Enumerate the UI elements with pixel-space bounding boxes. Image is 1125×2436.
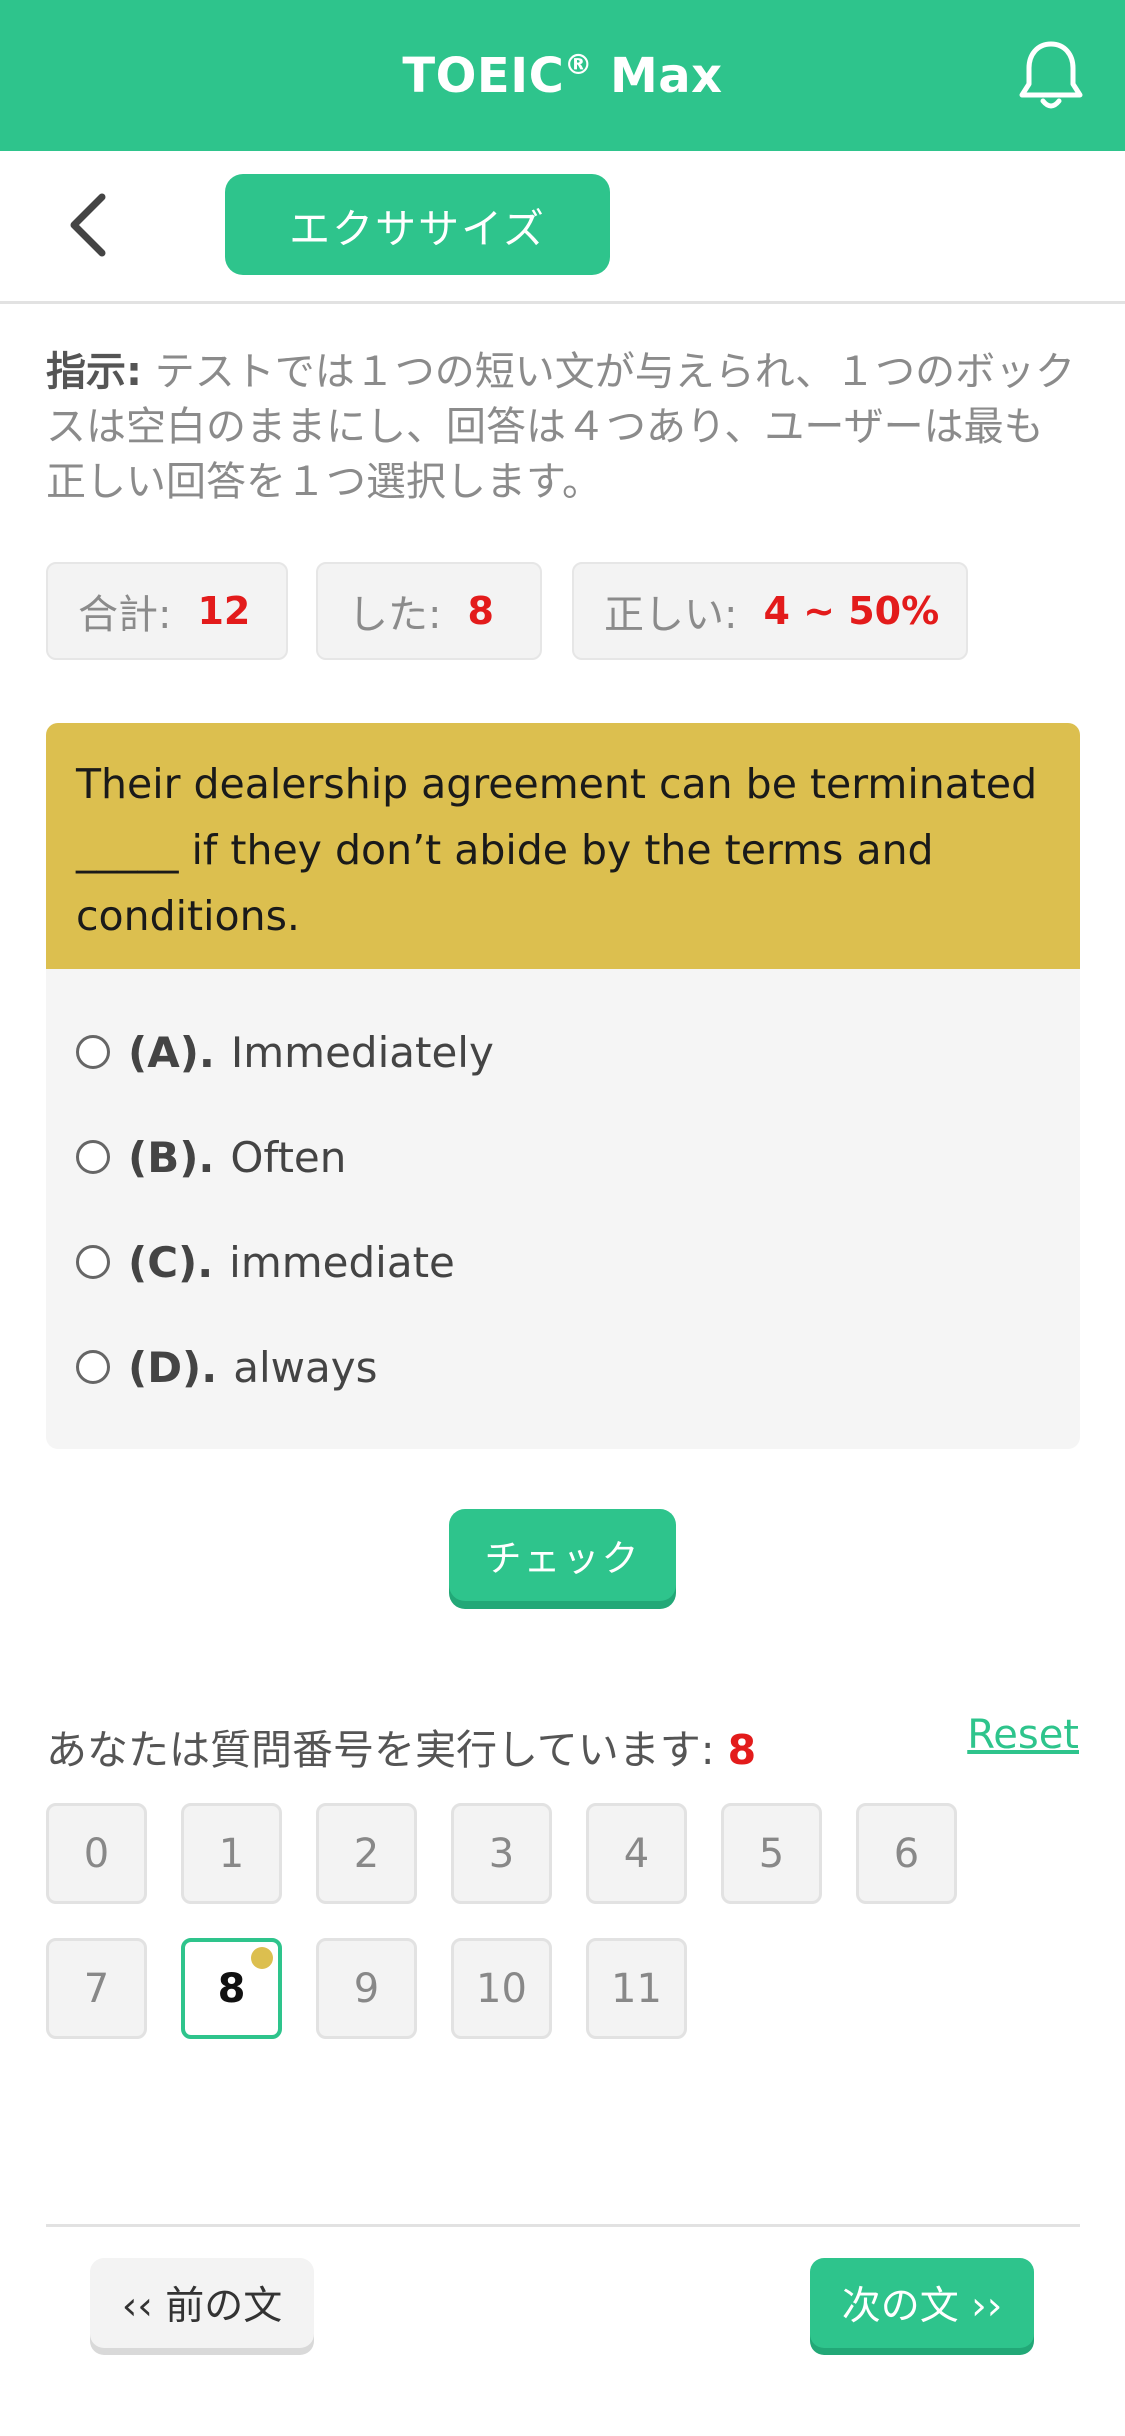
exercise-tab-button[interactable]: エクササイズ bbox=[225, 174, 610, 275]
instructions: 指示: テストでは１つの短い文が与えられ、１つのボックスは空白のままにし、回答は… bbox=[46, 345, 1076, 510]
previous-sentence-button[interactable]: ‹‹ 前の文 bbox=[90, 2258, 314, 2348]
question-button-9[interactable]: 9 bbox=[316, 1938, 417, 2039]
divider bbox=[46, 2224, 1080, 2227]
option-c[interactable]: (C). immediate bbox=[76, 1227, 455, 1297]
check-button[interactable]: チェック bbox=[449, 1509, 676, 1601]
question-button-3[interactable]: 3 bbox=[451, 1803, 552, 1904]
app-title: TOEIC® Max bbox=[402, 47, 723, 104]
option-a[interactable]: (A). Immediately bbox=[76, 1017, 494, 1087]
option-d[interactable]: (D). always bbox=[76, 1332, 377, 1402]
question-button-2[interactable]: 2 bbox=[316, 1803, 417, 1904]
next-sentence-button[interactable]: 次の文 ›› bbox=[810, 2258, 1034, 2348]
radio-button[interactable] bbox=[76, 1350, 110, 1384]
question-button-10[interactable]: 10 bbox=[451, 1938, 552, 2039]
question-button-0[interactable]: 0 bbox=[46, 1803, 147, 1904]
back-arrow-icon[interactable] bbox=[62, 191, 114, 259]
stat-total: 合計: 12 bbox=[46, 562, 288, 660]
question-button-11[interactable]: 11 bbox=[586, 1938, 687, 2039]
current-indicator-dot bbox=[251, 1947, 273, 1969]
radio-button[interactable] bbox=[76, 1140, 110, 1174]
stat-correct: 正しい: 4 ~ 50% bbox=[572, 562, 968, 660]
instructions-label: 指示: bbox=[46, 349, 142, 395]
question-text: Their dealership agreement can be termin… bbox=[46, 723, 1080, 969]
question-button-8-current[interactable]: 8 bbox=[181, 1938, 282, 2039]
current-question-number: 8 bbox=[727, 1726, 757, 1774]
question-card: Their dealership agreement can be termin… bbox=[46, 723, 1080, 1449]
question-button-1[interactable]: 1 bbox=[181, 1803, 282, 1904]
progress-label: あなたは質問番号を実行しています: 8 bbox=[46, 1726, 757, 1774]
registered-mark: ® bbox=[564, 47, 593, 81]
stat-done: した: 8 bbox=[316, 562, 542, 660]
sub-toolbar: エクササイズ bbox=[0, 151, 1125, 304]
radio-button[interactable] bbox=[76, 1035, 110, 1069]
reset-link[interactable]: Reset bbox=[967, 1712, 1079, 1758]
radio-button[interactable] bbox=[76, 1245, 110, 1279]
question-button-6[interactable]: 6 bbox=[856, 1803, 957, 1904]
option-b[interactable]: (B). Often bbox=[76, 1122, 346, 1192]
question-button-5[interactable]: 5 bbox=[721, 1803, 822, 1904]
app-header: TOEIC® Max bbox=[0, 0, 1125, 151]
instructions-text: テストでは１つの短い文が与えられ、１つのボックスは空白のままにし、回答は４つあり… bbox=[46, 349, 1076, 505]
question-button-7[interactable]: 7 bbox=[46, 1938, 147, 2039]
bell-icon[interactable] bbox=[1015, 38, 1087, 114]
question-button-4[interactable]: 4 bbox=[586, 1803, 687, 1904]
